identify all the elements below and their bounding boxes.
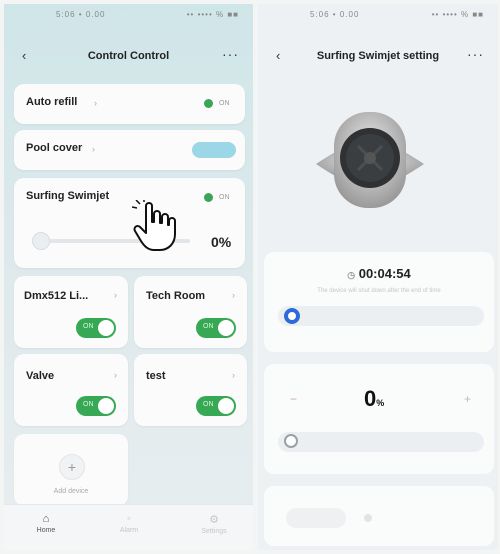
device-label: Surfing Swimjet (26, 190, 110, 202)
state-text: ON (219, 194, 230, 201)
home-icon: ⌂ (42, 513, 50, 525)
chevron-right-icon: › (114, 370, 117, 380)
timer-card: ◷ 00:04:54 The device will shut down aft… (264, 252, 494, 352)
chevron-right-icon: › (114, 290, 117, 300)
settings-icon: ⚙ (209, 514, 219, 526)
more-icon[interactable]: ··· (222, 46, 239, 62)
chevron-right-icon: › (232, 290, 235, 300)
device-label: Pool cover (26, 142, 83, 154)
status-dot (204, 99, 213, 108)
status-dot (204, 193, 213, 202)
power-slider-handle[interactable] (284, 308, 300, 324)
chevron-right-icon: › (94, 98, 97, 108)
add-device-label: Add device (53, 488, 89, 495)
power-toggle[interactable]: ON (76, 396, 116, 416)
add-icon: + (59, 454, 85, 480)
tab-settings[interactable]: ⚙ Settings (184, 513, 244, 535)
status-bar: 5:06 • 0.00 •• •••• % ■■ (4, 10, 253, 24)
nav-bar: ‹ Surfing Swimjet setting ··· (258, 44, 498, 68)
device-label: Valve (26, 370, 55, 382)
power-slider-track[interactable] (278, 306, 484, 326)
bottom-tab-bar: ⌂ Home ◦ Alarm ⚙ Settings (4, 504, 253, 550)
control-screen: 5:06 • 0.00 •• •••• % ■■ ‹ Control Contr… (4, 4, 253, 550)
chevron-right-icon: › (92, 144, 95, 154)
nav-bar: ‹ Control Control ··· (4, 44, 253, 68)
device-card-auto-refill[interactable]: Auto refill › ON (14, 84, 245, 124)
device-label: Dmx512 Li... (24, 290, 89, 302)
speed-card: − 0% + (264, 364, 494, 474)
status-left: 5:06 • 0.00 (310, 10, 360, 19)
speed-slider-handle[interactable] (32, 232, 50, 250)
chevron-right-icon: › (232, 370, 235, 380)
status-bar: 5:06 • 0.00 •• •••• % ■■ (258, 10, 498, 24)
speed-percentage: 0% (211, 234, 232, 250)
decrease-speed-button[interactable]: − (290, 392, 297, 406)
speed-slider-handle[interactable] (284, 434, 298, 448)
device-card-test[interactable]: test › ON (134, 354, 247, 426)
increase-speed-button[interactable]: + (464, 392, 471, 406)
state-text: ON (219, 100, 230, 107)
swimjet-device-image (316, 112, 424, 208)
countdown-timer[interactable]: ◷ 00:04:54 (264, 266, 494, 281)
tab-home[interactable]: ⌂ Home (16, 513, 76, 534)
alarm-icon: ◦ (127, 513, 131, 525)
speed-slider-track[interactable] (278, 432, 484, 452)
device-card-pool-cover[interactable]: Pool cover › (14, 130, 245, 170)
device-label: Auto refill (26, 96, 78, 108)
page-title: Surfing Swimjet setting (316, 50, 440, 62)
clock-icon: ◷ (347, 270, 356, 280)
device-label: Tech Room (146, 290, 206, 302)
tap-hand-icon (132, 200, 176, 251)
device-card-valve[interactable]: Valve › ON (14, 354, 128, 426)
power-toggle[interactable]: ON (76, 318, 116, 338)
preset-card (264, 486, 494, 546)
page-title: Control Control (87, 50, 170, 62)
power-toggle[interactable]: ON (196, 318, 236, 338)
swimjet-setting-screen: 5:06 • 0.00 •• •••• % ■■ ‹ Surfing Swimj… (258, 4, 498, 550)
cover-control-pill[interactable] (192, 142, 236, 158)
preset-dot (364, 514, 372, 522)
timer-hint: The device will shut down after the end … (317, 288, 441, 294)
device-card-tech-room[interactable]: Tech Room › ON (134, 276, 247, 348)
device-card-surfing-swimjet[interactable]: Surfing Swimjet ON 0% (14, 178, 245, 268)
add-device-card[interactable]: + Add device (14, 434, 128, 506)
more-icon[interactable]: ··· (467, 46, 484, 62)
device-card-dmx512[interactable]: Dmx512 Li... › ON (14, 276, 128, 348)
power-toggle[interactable]: ON (196, 396, 236, 416)
status-right: •• •••• % ■■ (431, 10, 484, 19)
device-label: test (146, 370, 166, 382)
status-left: 5:06 • 0.00 (56, 10, 106, 19)
preset-chip[interactable] (286, 508, 346, 528)
tab-alarm[interactable]: ◦ Alarm (99, 513, 159, 534)
speed-value: 0% (364, 386, 385, 411)
status-right: •• •••• % ■■ (186, 10, 239, 19)
